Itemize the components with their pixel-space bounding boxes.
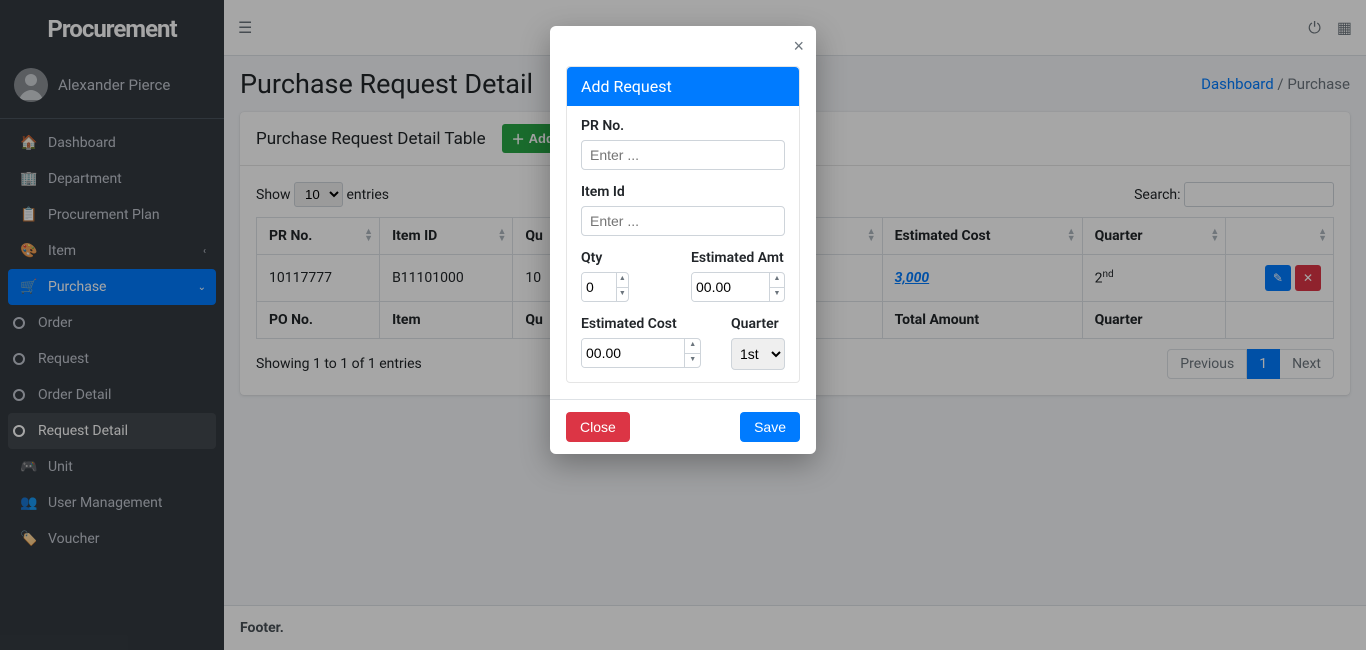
item-id-input[interactable] xyxy=(581,206,785,236)
modal-title: Add Request xyxy=(567,67,799,106)
modal-footer: Close Save xyxy=(550,399,816,454)
chevron-up-icon: ▲ xyxy=(617,273,628,287)
est-amt-stepper[interactable]: ▲▼ xyxy=(769,273,784,301)
label-quarter: Quarter xyxy=(731,316,785,332)
pr-no-input[interactable] xyxy=(581,140,785,170)
label-est-amt: Estimated Amt xyxy=(691,250,785,266)
label-item-id: Item Id xyxy=(581,184,785,200)
est-cost-input[interactable] xyxy=(582,339,684,367)
save-button[interactable]: Save xyxy=(740,412,800,442)
chevron-down-icon: ▼ xyxy=(770,287,784,302)
close-button[interactable]: Close xyxy=(566,412,630,442)
chevron-down-icon: ▼ xyxy=(685,353,700,368)
chevron-down-icon: ▼ xyxy=(617,287,628,302)
label-qty: Qty xyxy=(581,250,675,266)
label-est-cost: Estimated Cost xyxy=(581,316,715,332)
quarter-select[interactable]: 1st xyxy=(731,338,785,370)
chevron-up-icon: ▲ xyxy=(685,339,700,353)
close-icon: × xyxy=(793,36,804,56)
qty-input[interactable] xyxy=(582,273,616,301)
modal-close-button[interactable]: × xyxy=(793,36,804,57)
qty-stepper[interactable]: ▲▼ xyxy=(616,273,628,301)
chevron-up-icon: ▲ xyxy=(770,273,784,287)
est-cost-stepper[interactable]: ▲▼ xyxy=(684,339,700,367)
modal-panel: Add Request PR No. Item Id Qty ▲▼ xyxy=(566,66,800,383)
est-amt-input[interactable] xyxy=(692,273,769,301)
add-request-modal: × Add Request PR No. Item Id Qty xyxy=(550,26,816,454)
label-pr-no: PR No. xyxy=(581,118,785,134)
